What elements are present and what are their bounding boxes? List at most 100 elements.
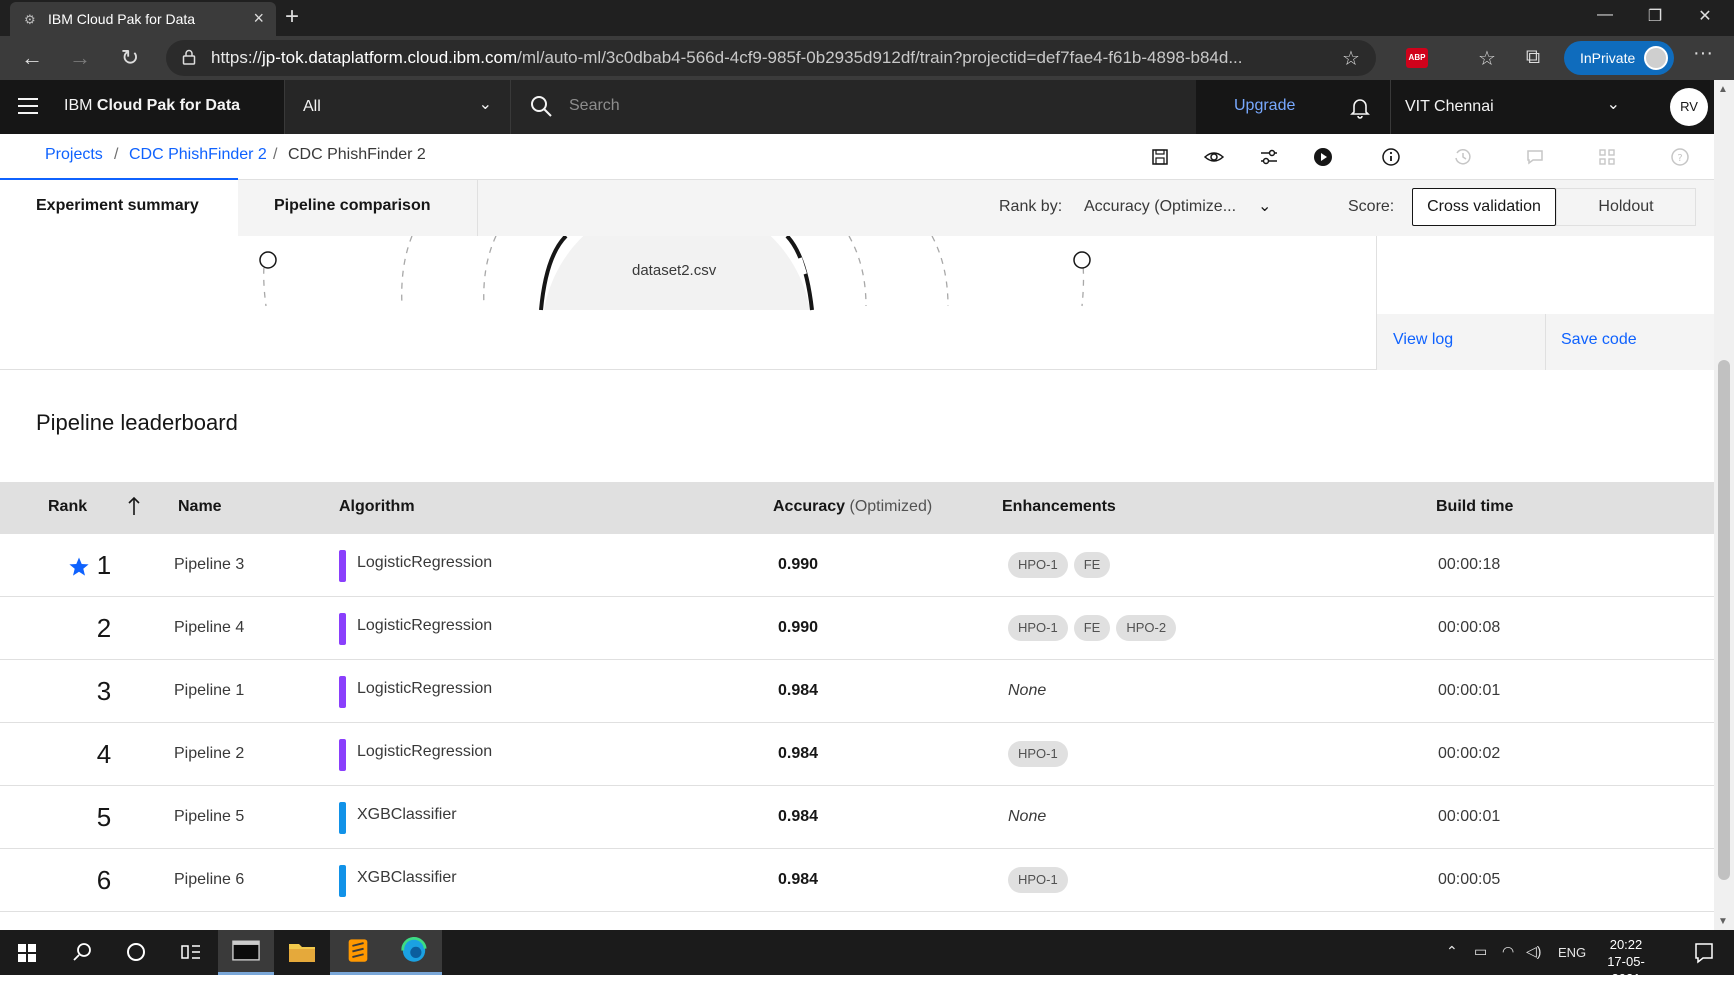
save-icon[interactable] [1150,147,1170,167]
search-scope-value: All [303,98,321,115]
column-rank[interactable]: Rank [48,498,87,516]
forward-icon[interactable]: → [66,44,94,72]
upgrade-link[interactable]: Upgrade [1234,97,1295,115]
cortana-icon[interactable] [108,930,164,975]
more-options-icon[interactable]: ··· [1690,42,1716,65]
apps-grid-icon[interactable] [1597,147,1617,167]
settings-sliders-icon[interactable] [1259,147,1279,167]
terminal-app-icon[interactable] [218,930,274,975]
table-row[interactable]: 5 Pipeline 5 XGBClassifier 0.984 None 00:00:0… [0,786,1714,849]
pipeline-name-cell[interactable]: Pipeline 4 [174,619,244,637]
table-row[interactable]: 6 Pipeline 6 XGBClassifier 0.984 HPO-1 00:00:… [0,849,1714,912]
url-host: jp-tok.dataplatform.cloud.ibm.com [262,48,518,67]
pipeline-name-cell[interactable]: Pipeline 1 [174,682,244,700]
close-window-icon[interactable]: ✕ [1682,6,1728,26]
back-icon[interactable]: ← [18,44,46,72]
history-icon[interactable] [1453,147,1473,167]
sublime-text-icon[interactable] [330,930,386,975]
taskbar-clock[interactable]: 20:22 17-05-2021 [1596,936,1656,987]
breadcrumb-projects[interactable]: Projects [45,146,103,164]
task-view-icon[interactable] [162,930,218,975]
pipeline-name-cell[interactable]: Pipeline 6 [174,871,244,889]
search-scope-dropdown[interactable]: All ⌄ [284,80,510,134]
pipeline-name-cell[interactable]: Pipeline 3 [174,556,244,574]
table-row[interactable]: 4 Pipeline 2 LogisticRegression 0.984 HPO-1 0… [0,723,1714,786]
url-path: /ml/auto-ml/3c0dbab4-566d-4cf9-985f-0b29… [517,48,1243,67]
close-tab-icon[interactable]: × [253,8,264,29]
browser-tab-bar: ⚙ IBM Cloud Pak for Data × + — ❐ ✕ [0,0,1734,36]
volume-icon[interactable]: ◁) [1526,943,1541,960]
user-avatar[interactable]: RV [1670,88,1708,126]
battery-icon[interactable]: ▭ [1474,943,1487,960]
chevron-down-icon[interactable]: ⌄ [1258,196,1271,216]
column-build-time[interactable]: Build time [1436,498,1513,516]
show-hidden-icons[interactable]: ⌃ [1446,943,1458,960]
page-scrollbar[interactable]: ▲ ▼ [1714,80,1734,930]
save-code-link[interactable]: Save code [1561,331,1637,349]
tab-pipeline-comparison[interactable]: Pipeline comparison [238,180,478,236]
run-icon[interactable] [1313,147,1333,167]
info-icon[interactable] [1381,147,1401,167]
new-tab-icon[interactable]: + [285,3,299,31]
pipeline-name-cell[interactable]: Pipeline 5 [174,808,244,826]
adblock-extension-icon[interactable]: ABP [1406,48,1428,68]
address-toolbar: ← → ↻ https://jp-tok.dataplatform.cloud.… [0,36,1734,80]
table-row[interactable]: 1 Pipeline 3 LogisticRegression 0.990 HPO-1 F… [0,534,1714,597]
add-favorite-icon[interactable]: ☆ [1338,46,1364,71]
score-holdout-button[interactable]: Holdout [1556,188,1696,226]
minimize-icon[interactable]: — [1582,6,1628,24]
notification-bell-icon[interactable] [1348,95,1372,119]
windows-start-icon[interactable] [0,930,56,975]
algorithm-color-marker [339,550,346,582]
build-time-cell: 00:00:18 [1438,556,1501,573]
product-brand[interactable]: IBM Cloud Pak for Data [64,97,240,115]
column-algorithm[interactable]: Algorithm [339,498,415,516]
view-icon[interactable] [1204,147,1224,167]
dataset-node-label[interactable]: dataset2.csv [632,262,716,279]
file-explorer-icon[interactable] [274,930,330,975]
search-input[interactable]: Search [510,80,1196,134]
breadcrumb-project[interactable]: CDC PhishFinder 2 [129,146,267,164]
search-icon [531,96,552,117]
algorithm-color-marker [339,739,346,771]
node-marker[interactable] [1073,251,1091,269]
scroll-up-icon[interactable]: ▲ [1718,84,1728,95]
favorites-icon[interactable]: ☆ [1474,46,1500,71]
browser-tab[interactable]: ⚙ IBM Cloud Pak for Data × [10,2,276,36]
help-icon[interactable]: ? [1670,147,1690,167]
rank-by-dropdown[interactable]: Accuracy (Optimize... [1084,198,1236,216]
view-log-link[interactable]: View log [1393,331,1453,349]
account-switcher[interactable]: VIT Chennai ⌄ [1390,80,1638,134]
hamburger-menu-icon[interactable] [18,98,38,114]
comments-icon[interactable] [1525,147,1545,167]
experiment-side-panel: View log Save code [1376,236,1715,370]
column-enhancements[interactable]: Enhancements [1002,498,1116,516]
algorithm-cell: LogisticRegression [357,680,493,697]
node-marker[interactable] [259,251,277,269]
rank-by-label: Rank by: [999,198,1063,215]
collections-icon[interactable]: ⧉ [1520,46,1546,69]
scrollbar-thumb[interactable] [1718,360,1730,880]
algorithm-cell: LogisticRegression [357,554,493,571]
inprivate-button[interactable]: InPrivate [1564,41,1674,75]
edge-browser-icon[interactable] [386,930,442,975]
language-indicator[interactable]: ENG [1558,945,1586,960]
scroll-down-icon[interactable]: ▼ [1718,916,1728,927]
column-accuracy[interactable]: Accuracy (Optimized) [773,498,932,516]
table-row[interactable]: 2 Pipeline 4 LogisticRegression 0.990 HPO-1 F… [0,597,1714,660]
restore-icon[interactable]: ❐ [1632,6,1678,26]
taskbar-search-icon[interactable] [54,930,110,975]
enhancements-cell: HPO-1 FE HPO-2 [1008,615,1182,641]
wifi-icon[interactable]: ◠ [1502,943,1514,960]
account-name: VIT Chennai [1405,98,1494,115]
notifications-icon[interactable] [1676,930,1732,975]
pipeline-name-cell[interactable]: Pipeline 2 [174,745,244,763]
column-name[interactable]: Name [178,498,222,516]
sort-ascending-icon[interactable] [126,495,142,517]
table-row[interactable]: 3 Pipeline 1 LogisticRegression 0.984 None 00… [0,660,1714,723]
address-field[interactable]: https://jp-tok.dataplatform.cloud.ibm.co… [166,40,1376,76]
accuracy-cell: 0.984 [778,871,819,888]
score-cross-validation-button[interactable]: Cross validation [1412,188,1556,226]
tab-experiment-summary[interactable]: Experiment summary [0,180,238,236]
refresh-icon[interactable]: ↻ [116,44,144,72]
